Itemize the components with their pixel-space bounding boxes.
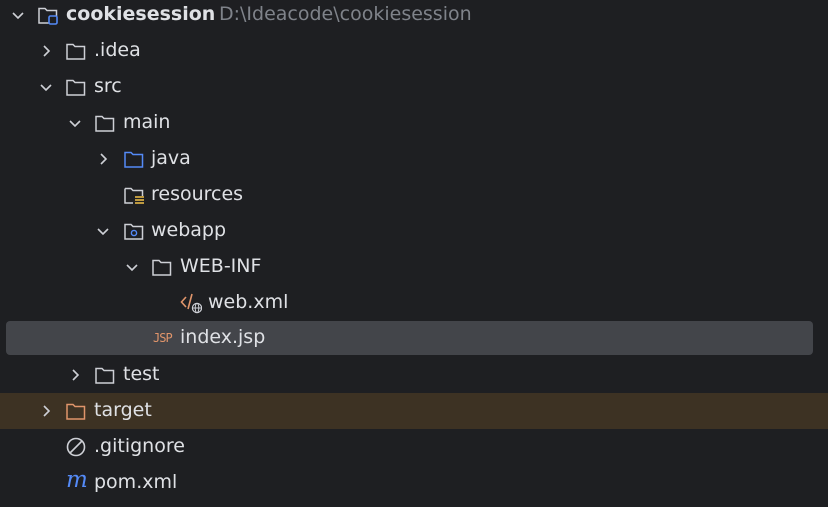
tree-row-webapp[interactable]: webapp <box>0 213 828 249</box>
tree-label-webapp[interactable]: webapp <box>151 218 226 242</box>
tree-label-web-inf[interactable]: WEB-INF <box>180 254 261 278</box>
folder-icon <box>95 367 115 384</box>
web-folder-icon <box>124 223 144 240</box>
tree-row-project-root[interactable]: cookiesession D:\Ideacode\cookiesession <box>0 0 828 33</box>
tree-row-src[interactable]: src <box>0 69 828 105</box>
folder-icon <box>66 43 86 60</box>
tree-row-pom-xml[interactable]: m pom.xml <box>0 465 828 501</box>
selection-highlight <box>6 321 813 355</box>
project-name[interactable]: cookiesession <box>66 2 215 26</box>
tree-label-index-jsp[interactable]: index.jsp <box>180 325 265 349</box>
project-tree: cookiesession D:\Ideacode\cookiesession … <box>0 0 828 507</box>
xml-file-icon <box>180 293 202 314</box>
folder-icon <box>95 115 115 132</box>
chevron-down-icon[interactable] <box>95 223 111 239</box>
resources-folder-icon <box>124 187 144 204</box>
tree-row-web-xml[interactable]: web.xml <box>0 285 828 321</box>
tree-label-pom-xml[interactable]: pom.xml <box>94 470 177 494</box>
tree-label-main[interactable]: main <box>123 110 170 134</box>
chevron-right-icon[interactable] <box>38 403 54 419</box>
tree-label-src[interactable]: src <box>94 74 122 98</box>
source-folder-icon <box>124 151 144 168</box>
tree-row-main[interactable]: main <box>0 105 828 141</box>
tree-row-java[interactable]: java <box>0 141 828 177</box>
tree-label-java[interactable]: java <box>151 146 191 170</box>
maven-icon: m <box>66 467 88 493</box>
excluded-folder-icon <box>66 403 86 420</box>
folder-icon <box>152 259 172 276</box>
tree-row-gitignore[interactable]: .gitignore <box>0 429 828 465</box>
tree-row-test[interactable]: test <box>0 357 828 393</box>
tree-row-web-inf[interactable]: WEB-INF <box>0 249 828 285</box>
jsp-file-icon: JSP <box>153 331 173 345</box>
chevron-down-icon[interactable] <box>67 115 83 131</box>
chevron-right-icon[interactable] <box>67 367 83 383</box>
chevron-down-icon[interactable] <box>124 259 140 275</box>
chevron-down-icon[interactable] <box>38 79 54 95</box>
tree-row-index-jsp[interactable]: JSP index.jsp <box>0 320 828 356</box>
ignore-file-icon <box>66 437 86 457</box>
tree-label-target[interactable]: target <box>94 398 152 422</box>
tree-row-resources[interactable]: resources <box>0 177 828 213</box>
tree-label-resources[interactable]: resources <box>151 182 243 206</box>
tree-label-web-xml[interactable]: web.xml <box>208 290 288 314</box>
tree-row-target[interactable]: target <box>0 393 828 429</box>
chevron-right-icon[interactable] <box>95 151 111 167</box>
folder-icon <box>66 79 86 96</box>
tree-label-idea[interactable]: .idea <box>94 38 141 62</box>
tree-row-idea[interactable]: .idea <box>0 33 828 69</box>
tree-label-test[interactable]: test <box>123 362 160 386</box>
project-folder-icon <box>38 7 58 25</box>
chevron-down-icon[interactable] <box>10 7 26 23</box>
project-path: D:\Ideacode\cookiesession <box>219 3 472 25</box>
tree-label-gitignore[interactable]: .gitignore <box>94 434 185 458</box>
chevron-right-icon[interactable] <box>38 43 54 59</box>
